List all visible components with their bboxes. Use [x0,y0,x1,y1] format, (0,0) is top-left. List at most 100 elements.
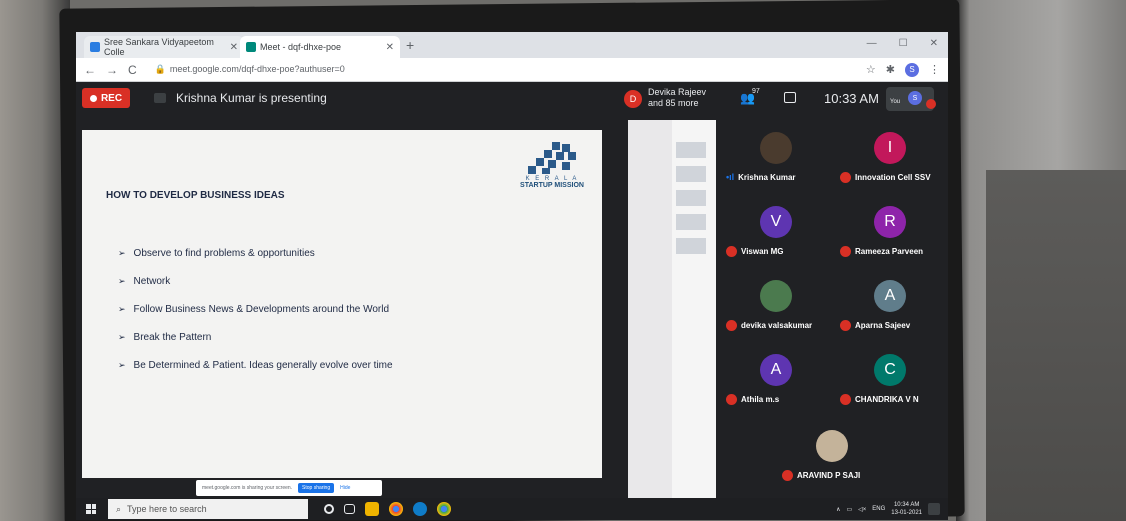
slide-bullets: ➢ Observe to find problems & opportunitie… [118,248,393,388]
chrome-active-icon[interactable] [437,502,451,516]
muted-mic-icon [840,320,851,331]
minimize-icon[interactable]: — [867,38,877,49]
background-furniture [986,170,1126,521]
arrow-bullet-icon: ➢ [118,332,126,342]
muted-mic-icon [726,394,737,405]
participant-avatar: R [874,206,906,238]
menu-icon[interactable]: ⋮ [929,63,940,76]
windows-taskbar: ⌕ Type here to search ∧ ▭ ◁× ENG 10:34 A… [76,498,948,520]
arrow-bullet-icon: ➢ [118,304,126,314]
file-explorer-icon[interactable] [365,502,379,516]
toolbar-actions: ☆ ✱ S ⋮ [866,62,940,77]
hide-button[interactable]: Hide [340,485,350,491]
close-icon[interactable]: ✕ [230,42,238,53]
taskbar-search-input[interactable]: ⌕ Type here to search [108,499,308,519]
participant-tile[interactable]: A Aparna Sajeev [834,270,946,342]
muted-mic-icon [726,246,737,257]
arrow-bullet-icon: ➢ [118,248,126,258]
muted-mic-icon [926,99,936,109]
participant-tile[interactable]: ARAVIND P SAJI [776,420,888,492]
pinned-participants-label[interactable]: Devika Rajeev and 85 more [648,87,706,109]
muted-mic-icon [840,172,851,183]
presenting-label: Krishna Kumar is presenting [176,91,327,105]
ksm-logo-text: K E R A L A STARTUP MISSION [520,176,584,189]
participant-avatar [760,280,792,312]
list-item: ➢ Break the Pattern [118,332,393,360]
browser-tab-bar: Sree Sankara Vidyapeetom Colle ✕ Meet - … [76,32,948,58]
list-item: ➢ Be Determined & Patient. Ideas generall… [118,360,393,388]
participant-tile[interactable]: devika valsakumar [720,270,832,342]
self-avatar: S [908,91,922,105]
list-item: ➢ Observe to find problems & opportunitie… [118,248,393,276]
tab-meet[interactable]: Meet - dqf-dhxe-poe ✕ [240,36,400,58]
finder-files [674,134,714,257]
network-icon[interactable]: ▭ [846,506,852,513]
ksm-logo-icon [528,142,576,174]
muted-mic-icon [840,246,851,257]
tab-college[interactable]: Sree Sankara Vidyapeetom Colle ✕ [84,36,244,58]
new-tab-icon[interactable]: + [406,37,414,53]
muted-mic-icon [840,394,851,405]
participant-tile[interactable]: •ıl Krishna Kumar [720,122,832,194]
list-item: ➢ Follow Business News & Developments aro… [118,304,393,332]
self-view-tile[interactable]: You S [886,87,936,111]
task-view-icon[interactable] [344,504,355,514]
slide-title: HOW TO DEVELOP BUSINESS IDEAS [106,190,285,201]
muted-mic-icon [726,320,737,331]
screen-share-notification: meet.google.com is sharing your screen. … [196,480,382,496]
edge-icon[interactable] [413,502,427,516]
participant-avatar: C [874,354,906,386]
notification-icon[interactable] [928,503,940,515]
tab-label: Meet - dqf-dhxe-poe [260,42,342,52]
taskbar-clock[interactable]: 10:34 AM 13-01-2021 [891,501,922,517]
participant-avatar [760,132,792,164]
list-item: ➢ Network [118,276,393,304]
star-icon[interactable]: ☆ [866,63,876,76]
reload-icon[interactable]: C [128,63,137,77]
record-dot-icon [89,94,97,102]
meet-top-bar: REC Krishna Kumar is presenting D Devika… [76,82,948,114]
language-indicator[interactable]: ENG [872,506,885,512]
url-field[interactable]: 🔒 meet.google.com/dqf-dhxe-poe?authuser=0 [155,64,345,75]
arrow-bullet-icon: ➢ [118,276,126,286]
participant-tile[interactable]: A Athila m.s [720,344,832,416]
arrow-bullet-icon: ➢ [118,360,126,370]
participant-avatar: A [760,354,792,386]
maximize-icon[interactable]: ☐ [899,38,908,49]
participant-tile[interactable]: V Viswan MG [720,196,832,268]
window-controls: — ☐ ✕ [867,38,938,49]
search-icon: ⌕ [116,503,122,514]
pinned-avatar[interactable]: D [624,90,642,108]
participant-avatar [816,430,848,462]
profile-avatar[interactable]: S [905,62,919,77]
chrome-icon[interactable] [389,502,403,516]
forward-icon[interactable]: → [106,63,118,77]
finder-window-thumbnail [628,120,716,500]
close-icon[interactable]: ✕ [386,42,394,53]
muted-mic-icon [782,470,793,481]
participant-tile[interactable]: R Rameeza Parveen [834,196,946,268]
recording-badge: REC [82,88,130,108]
volume-icon[interactable]: ◁× [858,506,866,513]
participant-avatar: A [874,280,906,312]
tab-label: Sree Sankara Vidyapeetom Colle [104,37,214,57]
presentation-slide: K E R A L A STARTUP MISSION HOW TO DEVEL… [82,130,602,478]
monitor-screen: Sree Sankara Vidyapeetom Colle ✕ Meet - … [76,32,948,520]
back-icon[interactable]: ← [84,63,96,77]
extensions-icon[interactable]: ✱ [886,63,895,76]
stop-sharing-button[interactable]: Stop sharing [298,483,335,493]
chevron-up-icon[interactable]: ∧ [836,506,840,513]
speaking-icon: •ıl [726,172,735,182]
close-window-icon[interactable]: ✕ [930,38,938,49]
address-bar: ← → C 🔒 meet.google.com/dqf-dhxe-poe?auth… [76,58,948,82]
meeting-time: 10:33 AM [824,91,879,106]
participant-tile[interactable]: I Innovation Cell SSV [834,122,946,194]
windows-start-icon[interactable] [86,504,96,514]
meet-favicon-icon [246,42,256,52]
cortana-icon[interactable] [324,504,334,514]
system-tray: ∧ ▭ ◁× ENG 10:34 AM 13-01-2021 [836,501,940,517]
participant-avatar: I [874,132,906,164]
finder-sidebar [628,120,672,500]
participant-tile[interactable]: C CHANDRIKA V N [834,344,946,416]
chat-icon[interactable] [784,92,796,103]
